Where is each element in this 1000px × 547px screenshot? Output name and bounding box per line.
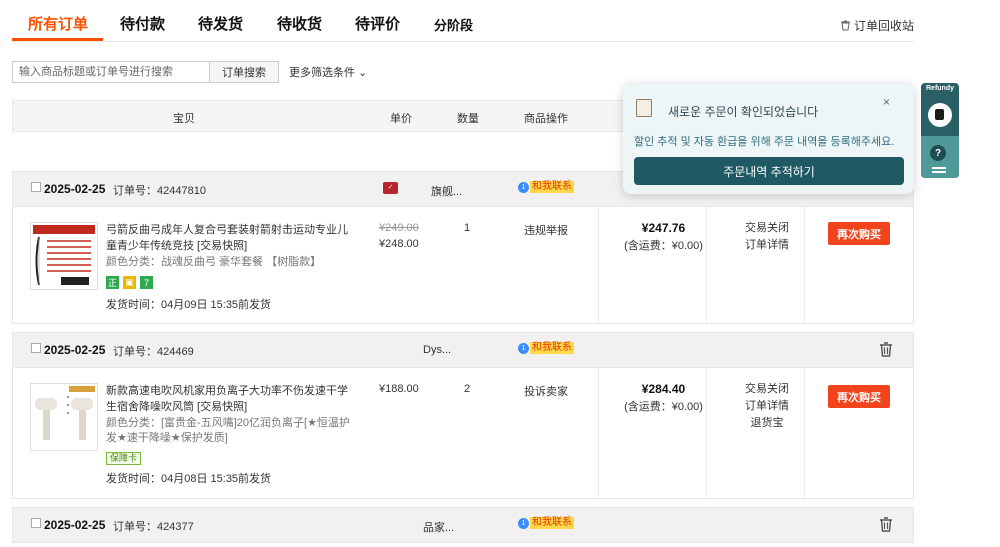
delete-order-icon[interactable] <box>879 517 893 532</box>
order-date: 2025-02-25 <box>44 182 106 196</box>
chat-icon: 1 <box>518 342 529 354</box>
chevron-down-icon: ⌄ <box>358 67 368 79</box>
tab-pending-shipment[interactable]: 待发货 <box>198 13 243 34</box>
refundy-logo-icon <box>928 103 952 127</box>
shop-name[interactable]: 品家... <box>423 519 454 535</box>
refundy-brand-panel[interactable]: Refundy <box>921 83 959 136</box>
hair-dryer-product-image <box>31 384 97 450</box>
product-thumbnail[interactable] <box>30 383 98 451</box>
shipping-fee: (含运费：¥0.00) <box>624 401 703 413</box>
chat-icon: 1 <box>518 517 529 529</box>
tab-pending-payment[interactable]: 待付款 <box>120 13 165 34</box>
order-number: 订单号：424377 <box>113 521 194 533</box>
product-title[interactable]: 新款高速电吹风机家用负离子大功率不伤发速干学生宿舍降噪吹风筒 [交易快照] <box>106 383 358 415</box>
refundy-notification-popup: 새로운 주문이 확인되었습니다 × 할인 추적 및 자동 환급을 위해 주문 내… <box>623 83 914 194</box>
contact-label: 和我联系 <box>530 517 574 529</box>
header-item: 宝贝 <box>173 113 195 125</box>
warranty-badge-icon: ▣ <box>123 276 136 289</box>
product-attributes: 颜色分类：[富贵金-五风嘴]20亿润负离子[★恒温护发★速干降噪★保护发质] <box>106 417 350 444</box>
order-item-row: 新款高速电吹风机家用负离子大功率不伤发速干学生宿舍降噪吹风筒 [交易快照] 颜色… <box>12 368 914 499</box>
refundy-side-widget: Refundy ? <box>921 83 959 178</box>
order-status-column: 交易关闭 订单详情 退货宝 <box>718 381 816 432</box>
shop-name[interactable]: Dys... <box>423 344 451 356</box>
order-details-link[interactable]: 订单详情 <box>718 398 816 415</box>
contact-seller-button[interactable]: 1 和我联系 <box>518 342 574 354</box>
buy-again-button[interactable]: 再次购买 <box>828 385 890 408</box>
status-closed: 交易关闭 <box>745 222 789 234</box>
contact-label: 和我联系 <box>530 181 574 193</box>
search-row: 订单搜索 更多筛选条件 ⌄ <box>12 61 367 83</box>
protection-card-badge: 保障卡 <box>106 452 142 465</box>
order-checkbox[interactable] <box>31 182 41 192</box>
header-price: 单价 <box>390 113 412 125</box>
complain-seller-link[interactable]: 投诉卖家 <box>524 383 568 399</box>
refundy-tools-panel: ? <box>921 136 959 178</box>
product-attributes: 颜色分类：战魂反曲弓 豪华套餐 【树脂款】 <box>106 256 322 268</box>
order-number: 订单号：42447810 <box>113 185 206 197</box>
buy-again-button[interactable]: 再次购买 <box>828 222 890 245</box>
close-icon[interactable]: × <box>883 95 890 109</box>
search-input[interactable] <box>12 61 210 83</box>
active-tab-underline <box>12 38 103 41</box>
recycle-bin-label: 订单回收站 <box>853 19 914 33</box>
shop-logo-icon: ✓ <box>383 182 398 194</box>
total-price: ¥247.76 <box>641 221 686 235</box>
recycle-bin-link[interactable]: 订单回收站 <box>840 17 914 34</box>
original-price: ¥249.00 <box>379 222 419 234</box>
shop-name[interactable]: 旗舰... <box>431 183 462 199</box>
delete-order-icon[interactable] <box>879 342 893 357</box>
shipping-time: 发货时间：04月09日 15:35前发货 <box>106 299 272 311</box>
order-checkbox[interactable] <box>31 518 41 528</box>
service-badges: 正 ▣ 7 <box>106 276 153 289</box>
shipping-time: 发货时间：04月08日 15:35前发货 <box>106 473 272 485</box>
shipping-fee: (含运费：¥0.00) <box>624 240 703 252</box>
order-header: 2025-02-25 订单号：424469 Dys... 1 和我联系 <box>12 332 914 368</box>
quantity: 1 <box>464 222 471 234</box>
order-date: 2025-02-25 <box>44 518 106 532</box>
more-filters-toggle[interactable]: 更多筛选条件 ⌄ <box>289 64 367 80</box>
track-orders-button[interactable]: 주문내역 추적하기 <box>634 157 904 185</box>
chat-icon: 1 <box>518 181 529 193</box>
order-number: 订单号：424469 <box>113 346 194 358</box>
total-price: ¥284.40 <box>641 382 686 396</box>
unit-price: ¥188.00 <box>379 383 419 395</box>
order-header: 2025-02-25 订单号：424377 品家... 1 和我联系 <box>12 507 914 543</box>
popup-title: 새로운 주문이 확인되었습니다 <box>668 105 819 119</box>
order-tabs: 所有订单 待付款 待发货 待收货 待评价 分阶段 订单回收站 <box>12 0 914 42</box>
report-link[interactable]: 违规举报 <box>524 222 568 238</box>
column-divider <box>598 368 599 498</box>
seven-day-return-badge: 7 <box>140 276 153 289</box>
menu-icon[interactable] <box>932 167 946 173</box>
order-status-column: 交易关闭 订单详情 <box>718 220 816 254</box>
product-title[interactable]: 弓箭反曲弓成年人复合弓套装射箭射击运动专业儿童青少年传统竞技 [交易快照] <box>106 222 358 254</box>
bow-product-image <box>31 223 97 289</box>
trash-icon <box>840 20 850 31</box>
header-qty: 数量 <box>457 113 479 125</box>
contact-label: 和我联系 <box>530 342 574 354</box>
status-closed: 交易关闭 <box>745 383 789 395</box>
refundy-brand-label: Refundy <box>926 85 954 92</box>
popup-message: 할인 추적 및 자동 환급을 위해 주문 내역을 등록해주세요. <box>634 136 895 148</box>
order-item-row: 弓箭反曲弓成年人复合弓套装射箭射击运动专业儿童青少年传统竞技 [交易快照] 颜色… <box>12 207 914 324</box>
help-icon[interactable]: ? <box>930 145 946 161</box>
product-thumbnail[interactable] <box>30 222 98 290</box>
return-insurance-link[interactable]: 退货宝 <box>718 415 816 432</box>
tab-pending-review[interactable]: 待评价 <box>355 13 400 34</box>
contact-seller-button[interactable]: 1 和我联系 <box>518 181 574 193</box>
order-date: 2025-02-25 <box>44 343 106 357</box>
tab-pending-receipt[interactable]: 待收货 <box>277 13 322 34</box>
order-checkbox[interactable] <box>31 343 41 353</box>
search-button[interactable]: 订单搜索 <box>210 61 279 83</box>
contact-seller-button[interactable]: 1 和我联系 <box>518 517 574 529</box>
column-divider <box>598 207 599 323</box>
tab-installments[interactable]: 分阶段 <box>434 15 473 34</box>
tab-all-orders[interactable]: 所有订单 <box>28 13 88 34</box>
unit-price: ¥248.00 <box>379 238 419 250</box>
quantity: 2 <box>464 383 471 395</box>
more-filters-label: 更多筛选条件 <box>289 67 355 79</box>
order-details-link[interactable]: 订单详情 <box>718 237 816 254</box>
clipboard-icon <box>636 99 652 117</box>
genuine-badge: 正 <box>106 276 119 289</box>
header-ops: 商品操作 <box>524 113 568 125</box>
